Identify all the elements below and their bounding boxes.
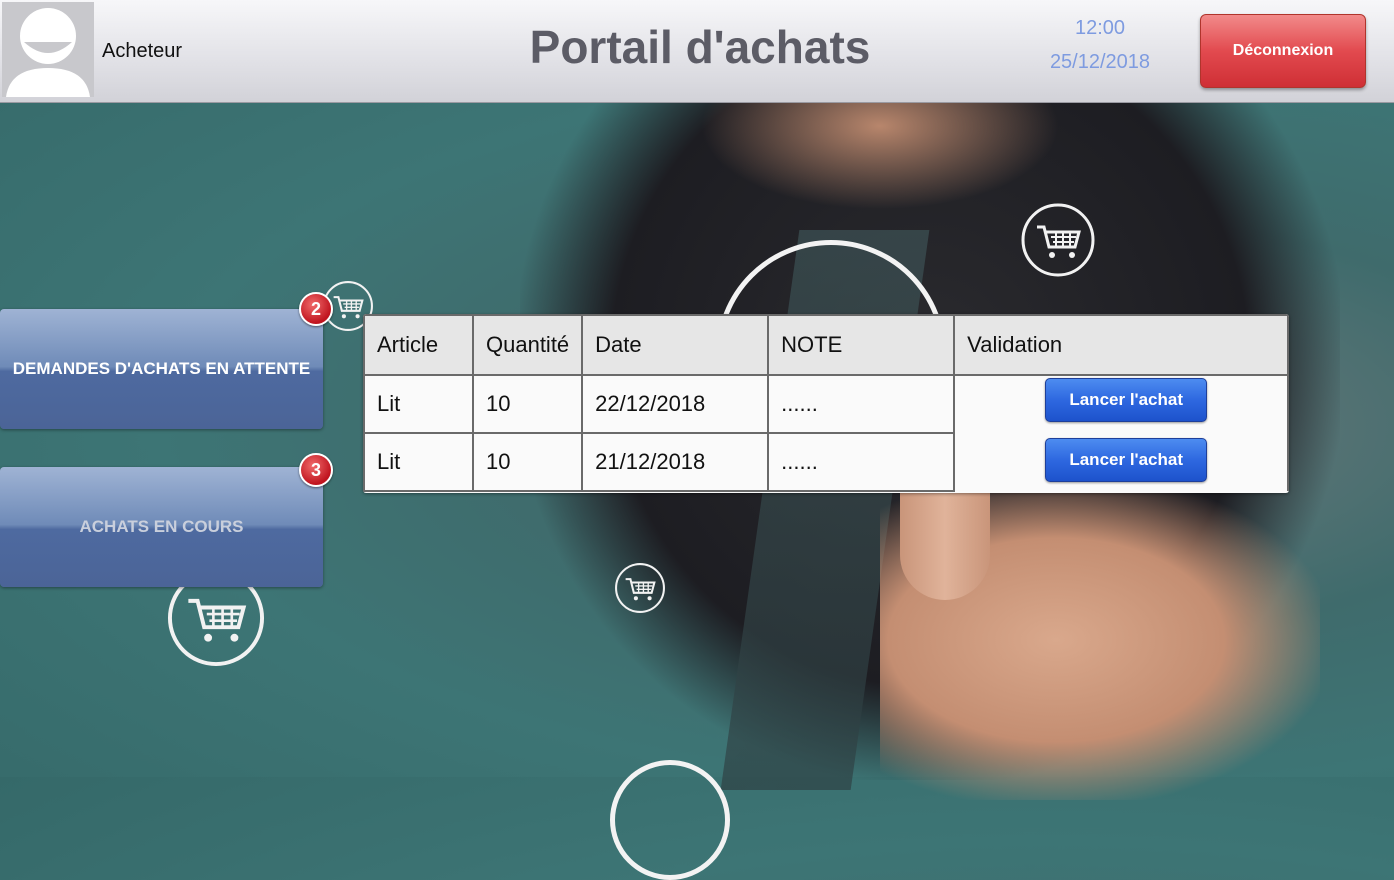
cell-note: ...... <box>767 374 956 434</box>
current-count-badge: 3 <box>299 453 333 487</box>
column-header-quantite: Quantité <box>471 314 584 376</box>
cart-icon <box>615 563 665 613</box>
cell-article: Lit <box>363 374 474 434</box>
background-face <box>700 90 1060 210</box>
cart-icon <box>1021 203 1095 277</box>
cell-validation: Lancer l'achat Lancer l'achat <box>953 375 1289 491</box>
launch-purchase-button[interactable]: Lancer l'achat <box>1045 378 1208 422</box>
column-header-date: Date <box>581 314 770 376</box>
table-header-row: Article Quantité Date NOTE Validation <box>363 314 1289 376</box>
launch-purchase-button[interactable]: Lancer l'achat <box>1045 438 1208 482</box>
column-header-validation: Validation <box>953 314 1289 376</box>
cell-date: 22/12/2018 <box>581 374 770 434</box>
nav-current-purchases-button[interactable]: ACHATS EN COURS <box>0 467 323 587</box>
avatar-icon <box>2 2 94 97</box>
background-ring-bottom <box>610 760 730 880</box>
pending-count-badge: 2 <box>299 292 333 326</box>
cell-date: 21/12/2018 <box>581 432 770 492</box>
clock-time: 12:00 <box>1074 17 1126 39</box>
column-header-article: Article <box>363 314 474 376</box>
avatar <box>2 2 94 97</box>
clock-date: 25/12/2018 <box>1049 51 1151 73</box>
pending-requests-table: Article Quantité Date NOTE Validation Li… <box>363 314 1289 493</box>
logout-button[interactable]: Déconnexion <box>1200 14 1366 88</box>
nav-pending-requests-button[interactable]: DEMANDES D'ACHATS EN ATTENTE <box>0 309 323 429</box>
cell-note: ...... <box>767 432 956 492</box>
cell-quantite: 10 <box>471 432 584 492</box>
header-bar: Acheteur Portail d'achats 12:00 25/12/20… <box>0 0 1394 103</box>
user-role-label: Acheteur <box>102 40 183 62</box>
page-title: Portail d'achats <box>529 21 871 73</box>
cell-quantite: 10 <box>471 374 584 434</box>
table-row: Lit 10 22/12/2018 ...... Lancer l'achat … <box>363 374 1289 491</box>
column-header-note: NOTE <box>767 314 956 376</box>
cell-article: Lit <box>363 432 474 492</box>
